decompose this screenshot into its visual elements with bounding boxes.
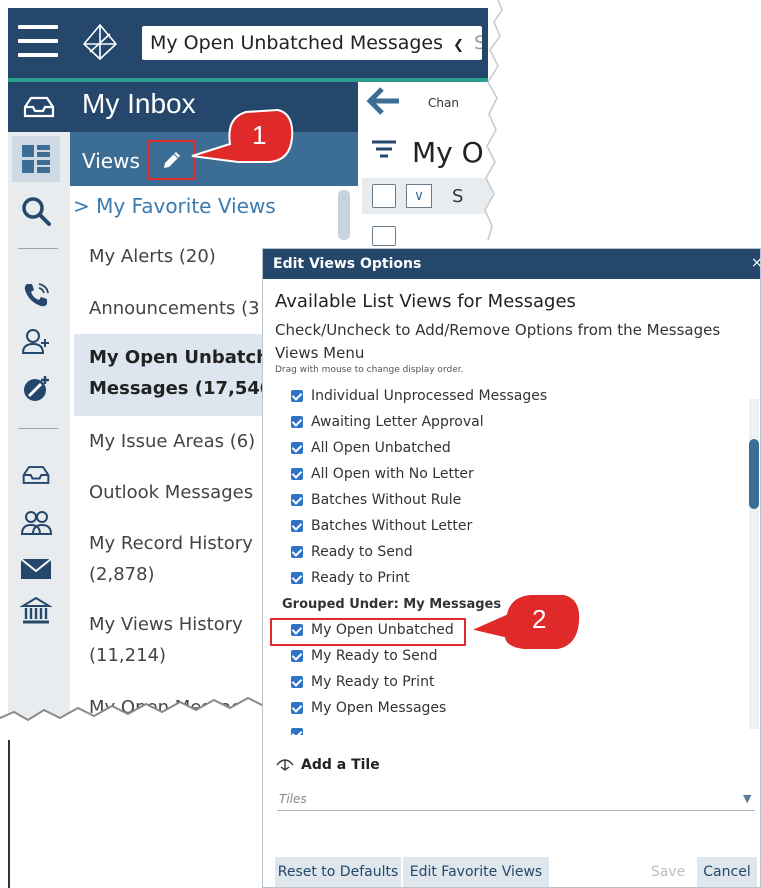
page-title: My Inbox bbox=[82, 88, 196, 119]
checkbox-checked-icon bbox=[291, 520, 303, 532]
option-checkbox[interactable]: Batches Without Rule bbox=[291, 489, 461, 511]
views-options-list: Individual Unprocessed Messages Awaiting… bbox=[264, 379, 760, 735]
option-checkbox[interactable]: Individual Unprocessed Messages bbox=[291, 385, 547, 407]
reset-defaults-button[interactable]: Reset to Defaults bbox=[275, 857, 401, 887]
option-checkbox[interactable]: Batches Without Letter bbox=[291, 515, 472, 537]
option-label: All Open Unbatched bbox=[311, 440, 451, 456]
callout-number: 1 bbox=[252, 120, 267, 150]
view-select-value: My Open Unbatched Messages bbox=[150, 32, 444, 54]
row-checkbox[interactable] bbox=[372, 226, 396, 246]
add-tile-label: Add a Tile bbox=[301, 757, 380, 773]
checkbox-checked-icon bbox=[291, 390, 303, 402]
main-column-fragment: S bbox=[452, 186, 464, 207]
torn-edge-right bbox=[484, 0, 520, 240]
add-tag-icon[interactable] bbox=[18, 372, 54, 406]
highlight-box bbox=[270, 618, 466, 646]
filter-icon[interactable] bbox=[370, 138, 398, 164]
background-fill bbox=[0, 740, 262, 888]
dialog-heading: Available List Views for Messages bbox=[275, 291, 576, 312]
bank-icon[interactable] bbox=[18, 594, 54, 628]
edit-views-dialog: Edit Views Options × Available List View… bbox=[262, 248, 761, 888]
option-label: My Ready to Send bbox=[311, 648, 438, 664]
dialog-instructions: Check/Uncheck to Add/Remove Options from… bbox=[275, 321, 721, 362]
main-title-fragment: My O bbox=[412, 136, 484, 169]
phone-icon[interactable] bbox=[18, 278, 54, 312]
tiles-select[interactable]: Tiles ▼ bbox=[277, 789, 755, 811]
option-checkbox[interactable]: My Ready to Print bbox=[291, 671, 434, 693]
option-checkbox[interactable]: Ready to Print bbox=[291, 567, 410, 589]
tiles-placeholder: Tiles bbox=[279, 792, 307, 806]
dialog-footer: Reset to Defaults Edit Favorite Views Sa… bbox=[263, 853, 760, 888]
views-list-scrollbar[interactable] bbox=[338, 190, 350, 240]
rail-divider bbox=[18, 428, 58, 429]
callout-2-shape bbox=[466, 593, 582, 651]
dialog-titlebar: Edit Views Options × bbox=[263, 249, 761, 279]
chevron-down-icon: ▼ bbox=[743, 792, 752, 805]
option-label: Individual Unprocessed Messages bbox=[311, 388, 548, 404]
option-label: Ready to Print bbox=[311, 570, 410, 586]
inbox-header: My Inbox bbox=[8, 82, 358, 132]
checkbox-checked-icon bbox=[291, 442, 303, 454]
add-user-icon[interactable] bbox=[18, 325, 54, 359]
option-label: Awaiting Letter Approval bbox=[311, 414, 484, 430]
frame-border bbox=[8, 740, 10, 888]
callout-1-shape bbox=[191, 108, 294, 163]
checkbox-checked-icon bbox=[291, 650, 303, 662]
option-label: My Open Messages bbox=[311, 700, 447, 716]
hamburger-menu-icon[interactable] bbox=[18, 25, 58, 59]
view-select[interactable]: My Open Unbatched Messages ❮ S bbox=[142, 26, 482, 60]
search-icon[interactable] bbox=[18, 194, 54, 228]
save-button[interactable]: Save bbox=[643, 857, 693, 887]
app-logo-icon[interactable] bbox=[80, 22, 120, 62]
checkbox-checked-icon bbox=[291, 416, 303, 428]
select-dropdown-button[interactable]: ∨ bbox=[406, 184, 432, 208]
list-item-line: Messages (17,540 bbox=[89, 378, 264, 399]
rail-divider bbox=[18, 248, 58, 249]
option-checkbox-partial[interactable] bbox=[291, 723, 311, 735]
edit-favorite-views-button[interactable]: Edit Favorite Views bbox=[403, 857, 549, 887]
option-label: All Open with No Letter bbox=[311, 466, 474, 482]
chevron-down-icon: ❮ bbox=[453, 38, 464, 53]
mail-icon[interactable] bbox=[18, 552, 54, 586]
option-checkbox[interactable]: Ready to Send bbox=[291, 541, 413, 563]
option-label: My Ready to Print bbox=[311, 674, 435, 690]
list-item-selected[interactable]: My Open Unbatch Messages (17,540 bbox=[74, 334, 264, 416]
checkbox-checked-icon bbox=[291, 728, 303, 735]
back-arrow-icon[interactable] bbox=[366, 86, 402, 120]
callout-number: 2 bbox=[532, 604, 547, 634]
option-checkbox[interactable]: My Ready to Send bbox=[291, 645, 438, 667]
inbox-tray-icon bbox=[22, 95, 56, 119]
option-checkbox[interactable]: All Open Unbatched bbox=[291, 437, 451, 459]
option-checkbox[interactable]: All Open with No Letter bbox=[291, 463, 474, 485]
checkbox-checked-icon bbox=[291, 546, 303, 558]
dialog-hint: Drag with mouse to change display order. bbox=[275, 365, 464, 375]
inbox-icon[interactable] bbox=[18, 458, 54, 492]
favorite-views-link[interactable]: > My Favorite Views bbox=[73, 194, 276, 218]
people-icon[interactable] bbox=[18, 506, 54, 540]
checkbox-checked-icon bbox=[291, 572, 303, 584]
list-item-line: My Open Unbatch bbox=[89, 347, 264, 368]
option-label: Batches Without Rule bbox=[311, 492, 462, 508]
dialog-scrollbar-thumb[interactable] bbox=[749, 439, 759, 509]
cancel-button[interactable]: Cancel bbox=[697, 857, 757, 887]
checkbox-checked-icon bbox=[291, 676, 303, 688]
views-label: Views bbox=[82, 149, 140, 173]
tiles-icon bbox=[276, 759, 294, 771]
close-icon[interactable]: × bbox=[751, 255, 761, 271]
option-label: Batches Without Letter bbox=[311, 518, 473, 534]
checkbox-checked-icon bbox=[291, 494, 303, 506]
option-label: Ready to Send bbox=[311, 544, 413, 560]
checkbox-checked-icon bbox=[291, 702, 303, 714]
dialog-title: Edit Views Options bbox=[273, 256, 422, 272]
select-all-checkbox[interactable] bbox=[372, 184, 396, 208]
pencil-icon bbox=[164, 152, 180, 168]
views-grid-icon[interactable] bbox=[18, 142, 54, 176]
option-checkbox[interactable]: My Open Messages bbox=[291, 697, 446, 719]
main-chan-text: Chan bbox=[428, 96, 459, 110]
option-checkbox[interactable]: Awaiting Letter Approval bbox=[291, 411, 484, 433]
checkbox-checked-icon bbox=[291, 468, 303, 480]
